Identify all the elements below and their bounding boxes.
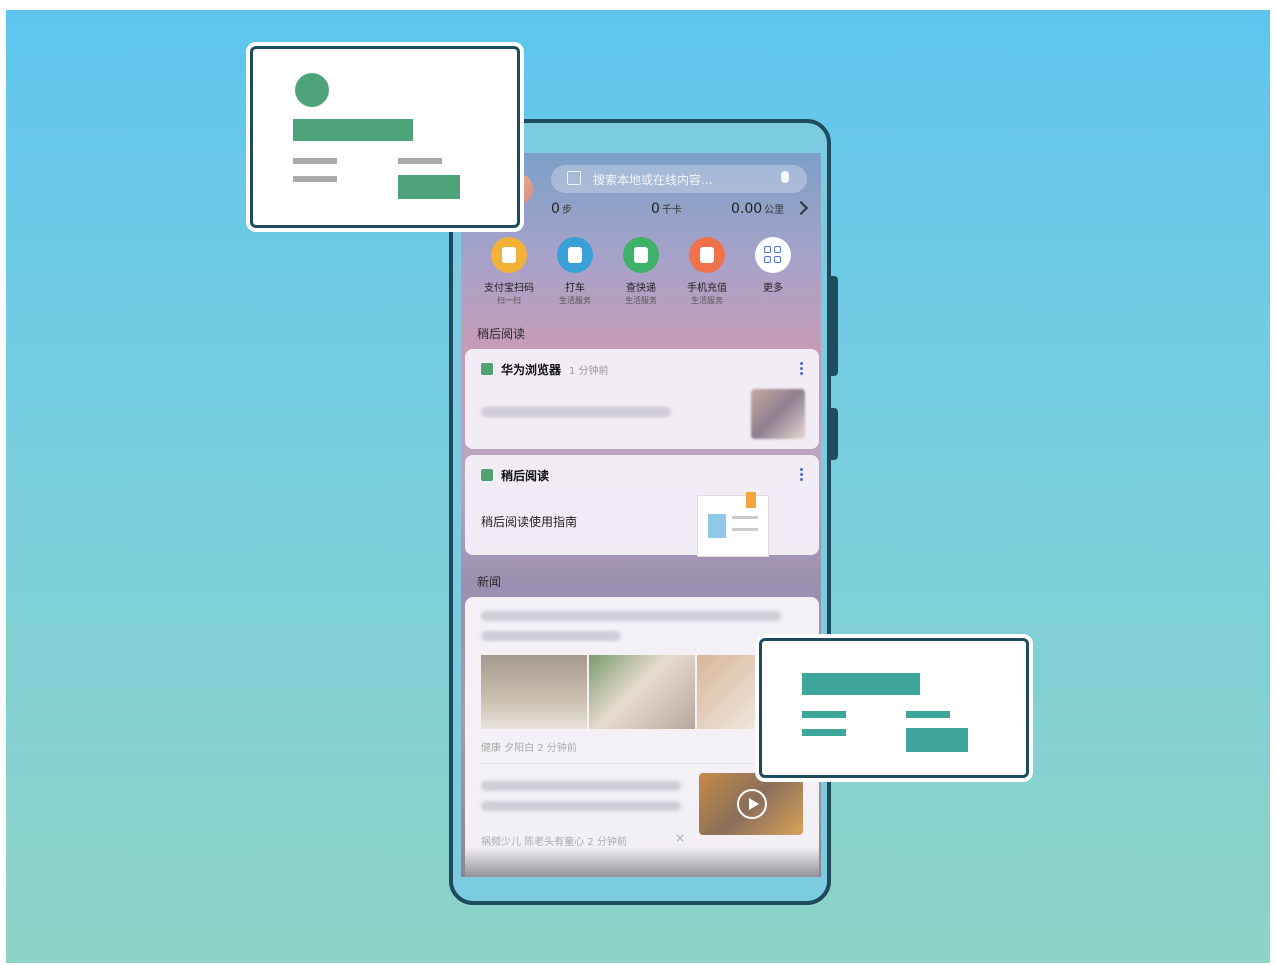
phone-volume-button <box>831 276 838 376</box>
calories-value: 0 <box>651 201 660 217</box>
browser-card-time: 1 分钟前 <box>569 366 609 377</box>
text-line-placeholder <box>802 711 846 718</box>
stat-distance: 0.00 公里 <box>731 201 784 217</box>
taxi-icon <box>557 237 593 273</box>
calories-unit: 千卡 <box>661 205 682 216</box>
search-placeholder: 搜索本地或在线内容... <box>593 173 713 187</box>
read-later-guide[interactable]: 稍后阅读使用指南 <box>481 513 577 530</box>
news-meta: 健康 夕阳白 2 分钟前 <box>481 743 577 754</box>
more-options-icon[interactable] <box>800 361 803 375</box>
shortcut-sub: 生活服务 <box>559 296 591 305</box>
phone-power-button <box>831 408 838 460</box>
divider <box>481 763 803 764</box>
read-later-card-title: 稍后阅读 <box>501 469 550 483</box>
shortcut-label: 支付宝扫码 <box>484 283 534 294</box>
browser-card[interactable]: 华为浏览器 1 分钟前 <box>465 349 819 449</box>
blurred-news-headline <box>481 781 681 791</box>
news-image <box>589 655 695 729</box>
text-line-placeholder <box>398 158 442 164</box>
shortcut-label: 查快递 <box>626 283 656 294</box>
section-news-title: 新闻 <box>477 575 502 589</box>
widget-overlay-card-2 <box>759 638 1029 778</box>
shortcut-label: 手机充值 <box>687 283 727 294</box>
blurred-article-title <box>481 407 671 417</box>
stat-steps: 0步 <box>551 201 572 217</box>
shortcut-alipay-scan[interactable]: 支付宝扫码 扫一扫 <box>476 237 542 306</box>
microphone-icon[interactable] <box>781 171 789 183</box>
book-icon <box>481 363 493 375</box>
chevron-right-icon[interactable] <box>793 200 809 216</box>
phone-recharge-icon <box>689 237 725 273</box>
news-image <box>481 655 587 729</box>
title-bar-placeholder <box>293 119 413 141</box>
button-placeholder <box>906 728 968 752</box>
bottom-fade <box>465 847 819 877</box>
steps-unit: 步 <box>561 205 572 216</box>
shortcut-grid: 支付宝扫码 扫一扫 打车 生活服务 查快递 生活服务 手机充值 生活服务 更多 <box>471 237 811 317</box>
stat-calories: 0 千卡 <box>651 201 682 217</box>
delivery-truck-icon <box>623 237 659 273</box>
text-line-placeholder <box>802 729 846 736</box>
shortcut-sub: 扫一扫 <box>497 296 521 305</box>
shortcut-recharge[interactable]: 手机充值 生活服务 <box>674 237 740 306</box>
widget-overlay-card-1 <box>250 46 520 228</box>
blurred-news-headline <box>481 801 681 811</box>
button-placeholder <box>398 175 460 199</box>
distance-unit: 公里 <box>764 205 785 216</box>
shortcut-taxi[interactable]: 打车 生活服务 <box>542 237 608 306</box>
shortcut-delivery[interactable]: 查快递 生活服务 <box>608 237 674 306</box>
text-line-placeholder <box>293 176 337 182</box>
search-bar[interactable]: 搜索本地或在线内容... <box>551 165 807 193</box>
more-options-icon[interactable] <box>800 467 803 481</box>
shortcut-sub: 生活服务 <box>625 296 657 305</box>
video-thumbnail[interactable] <box>699 773 803 835</box>
blurred-news-headline <box>481 631 621 641</box>
blurred-news-headline <box>481 611 781 621</box>
title-bar-placeholder <box>802 673 920 695</box>
shortcut-more[interactable]: 更多 <box>740 237 806 294</box>
browser-card-title: 华为浏览器 <box>501 363 562 377</box>
news-image <box>697 655 757 729</box>
section-read-later-title: 稍后阅读 <box>477 327 526 341</box>
text-line-placeholder <box>906 711 950 718</box>
avatar-placeholder-icon <box>295 73 329 107</box>
shortcut-sub: 生活服务 <box>691 296 723 305</box>
article-thumbnail <box>751 389 805 439</box>
shortcut-label: 打车 <box>565 283 585 294</box>
close-icon[interactable]: × <box>675 831 685 845</box>
play-icon[interactable] <box>737 789 767 819</box>
grid-more-icon <box>755 237 791 273</box>
distance-value: 0.00 <box>731 201 763 217</box>
document-illustration <box>697 492 769 557</box>
bus-code-icon <box>491 237 527 273</box>
scan-icon[interactable] <box>567 171 581 185</box>
read-later-card-header: 稍后阅读 <box>481 467 549 484</box>
text-line-placeholder <box>293 158 337 164</box>
browser-card-header: 华为浏览器 1 分钟前 <box>481 361 609 378</box>
read-later-card[interactable]: 稍后阅读 稍后阅读使用指南 <box>465 455 819 557</box>
news-meta: 祸频少儿 陈老头有童心 2 分钟前 <box>481 837 627 848</box>
steps-value: 0 <box>551 201 560 217</box>
shortcut-label: 更多 <box>763 283 783 294</box>
book-icon <box>481 469 493 481</box>
